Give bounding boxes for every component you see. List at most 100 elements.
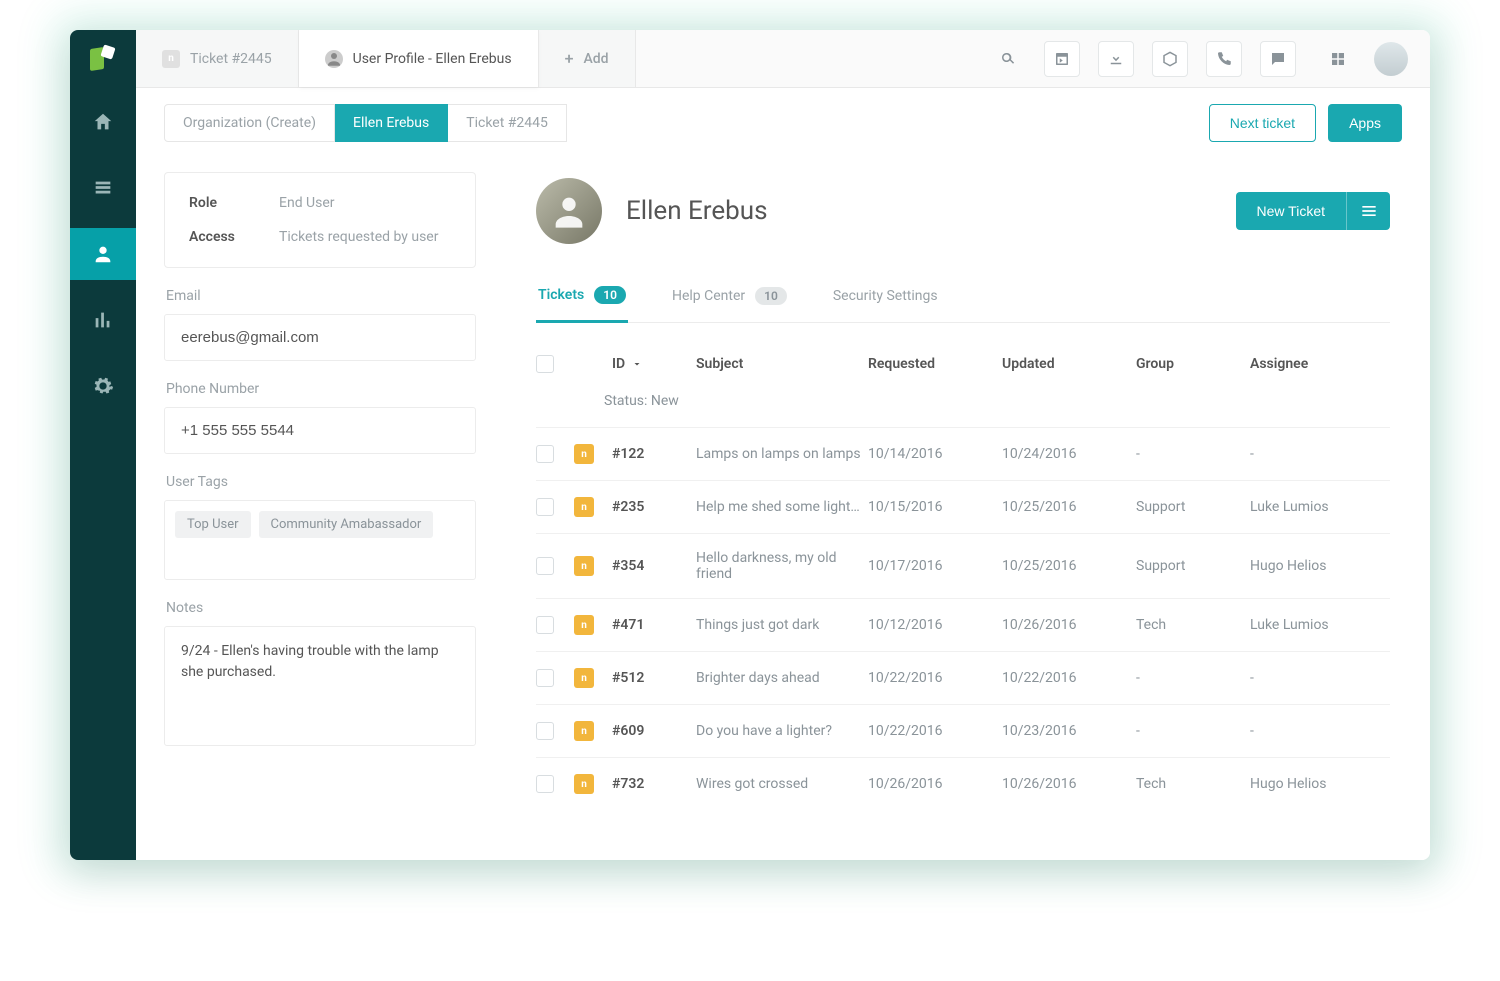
email-input[interactable] <box>164 314 476 361</box>
ticket-requested: 10/22/2016 <box>868 670 998 686</box>
workspace-tab-add-label: Add <box>583 51 608 67</box>
ticket-group: - <box>1136 670 1246 686</box>
table-status-group: Status: New <box>536 391 1390 427</box>
notes-input[interactable]: 9/24 - Ellen's having trouble with the l… <box>164 626 476 746</box>
table-row[interactable]: n#235Help me shed some light…10/15/20161… <box>536 480 1390 533</box>
breadcrumb-organization[interactable]: Organization (Create) <box>164 104 335 142</box>
ticket-updated: 10/25/2016 <box>1002 499 1132 515</box>
subtab-count: 10 <box>755 287 787 305</box>
ticket-group: Tech <box>1136 617 1246 633</box>
nav-views[interactable] <box>70 162 136 214</box>
workspace-tab-profile[interactable]: User Profile - Ellen Erebus <box>299 30 539 87</box>
profile-avatar[interactable] <box>536 178 602 244</box>
ticket-id: #471 <box>612 617 692 633</box>
profile-main: Ellen Erebus New Ticket Tickets 10 <box>496 148 1430 860</box>
table-row[interactable]: n#512Brighter days ahead10/22/201610/22/… <box>536 651 1390 704</box>
calendar-button[interactable] <box>1044 41 1080 77</box>
row-checkbox[interactable] <box>536 775 554 793</box>
ticket-requested: 10/12/2016 <box>868 617 998 633</box>
home-icon <box>92 111 114 133</box>
row-checkbox[interactable] <box>536 722 554 740</box>
workspace-tab-ticket[interactable]: n Ticket #2445 <box>136 30 299 87</box>
workspace-tab-add[interactable]: + Add <box>539 30 636 87</box>
new-ticket-button[interactable]: New Ticket <box>1236 192 1346 230</box>
tab-avatar-icon <box>325 50 343 68</box>
subtab-count: 10 <box>594 286 626 304</box>
email-label: Email <box>166 288 476 304</box>
ticket-status-icon: n <box>574 497 594 517</box>
tags-box[interactable]: Top User Community Amabassador <box>164 500 476 580</box>
search-button[interactable] <box>990 41 1026 77</box>
nav-home[interactable] <box>70 96 136 148</box>
column-subject[interactable]: Subject <box>696 356 864 372</box>
ticket-subject: Wires got crossed <box>696 776 864 792</box>
profile-side-panel: Role End User Access Tickets requested b… <box>136 148 496 860</box>
subtab-help-center[interactable]: Help Center 10 <box>670 286 789 322</box>
app-logo <box>88 46 118 76</box>
ticket-id: #122 <box>612 446 692 462</box>
ticket-subject: Do you have a lighter? <box>696 723 864 739</box>
phone-field-group: Phone Number <box>164 381 476 454</box>
row-checkbox[interactable] <box>536 669 554 687</box>
tags-field-group: User Tags Top User Community Amabassador <box>164 474 476 580</box>
package-button[interactable] <box>1152 41 1188 77</box>
breadcrumb-user[interactable]: Ellen Erebus <box>335 104 448 142</box>
ticket-updated: 10/24/2016 <box>1002 446 1132 462</box>
nav-reporting[interactable] <box>70 294 136 346</box>
download-button[interactable] <box>1098 41 1134 77</box>
nav-admin[interactable] <box>70 360 136 412</box>
chat-icon <box>1269 50 1287 68</box>
row-checkbox[interactable] <box>536 498 554 516</box>
profile-subtabs: Tickets 10 Help Center 10 Security Setti… <box>536 286 1390 323</box>
nav-customers[interactable] <box>70 228 136 280</box>
row-checkbox[interactable] <box>536 616 554 634</box>
row-checkbox[interactable] <box>536 445 554 463</box>
ticket-updated: 10/26/2016 <box>1002 617 1132 633</box>
profile-name: Ellen Erebus <box>626 196 768 226</box>
ticket-group: - <box>1136 723 1246 739</box>
user-icon <box>92 243 114 265</box>
next-ticket-button[interactable]: Next ticket <box>1209 104 1316 142</box>
table-row[interactable]: n#354Hello darkness, my old friend10/17/… <box>536 533 1390 598</box>
subtab-security[interactable]: Security Settings <box>831 286 940 322</box>
box-icon <box>1161 50 1179 68</box>
left-nav-rail <box>70 30 136 860</box>
table-row[interactable]: n#471Things just got dark10/12/201610/26… <box>536 598 1390 651</box>
ticket-table: ID Subject Requested Updated Group Assig… <box>536 347 1390 860</box>
column-requested[interactable]: Requested <box>868 356 998 372</box>
phone-button[interactable] <box>1206 41 1242 77</box>
ticket-status-icon: n <box>574 721 594 741</box>
role-value: End User <box>279 195 451 211</box>
subtab-label: Security Settings <box>833 288 938 304</box>
user-tag[interactable]: Community Amabassador <box>259 511 434 538</box>
column-group[interactable]: Group <box>1136 356 1246 372</box>
ticket-status-icon: n <box>574 774 594 794</box>
apps-grid-button[interactable] <box>1320 41 1356 77</box>
phone-input[interactable] <box>164 407 476 454</box>
new-ticket-menu-button[interactable] <box>1346 192 1390 230</box>
column-id[interactable]: ID <box>612 356 692 372</box>
current-user-avatar[interactable] <box>1374 42 1408 76</box>
email-field-group: Email <box>164 288 476 361</box>
subtab-tickets[interactable]: Tickets 10 <box>536 286 628 323</box>
role-access-card: Role End User Access Tickets requested b… <box>164 172 476 268</box>
select-all-checkbox[interactable] <box>536 355 554 373</box>
table-row[interactable]: n#609Do you have a lighter?10/22/201610/… <box>536 704 1390 757</box>
ticket-subject: Hello darkness, my old friend <box>696 550 864 582</box>
gear-icon <box>92 375 114 397</box>
apps-button[interactable]: Apps <box>1328 104 1402 142</box>
column-assignee[interactable]: Assignee <box>1250 356 1390 372</box>
calendar-icon <box>1053 50 1071 68</box>
table-row[interactable]: n#732Wires got crossed10/26/201610/26/20… <box>536 757 1390 810</box>
user-tag[interactable]: Top User <box>175 511 251 538</box>
table-row[interactable]: n#122Lamps on lamps on lamps10/14/201610… <box>536 427 1390 480</box>
chat-button[interactable] <box>1260 41 1296 77</box>
role-label: Role <box>189 195 279 211</box>
column-updated[interactable]: Updated <box>1002 356 1132 372</box>
breadcrumb-ticket[interactable]: Ticket #2445 <box>448 104 567 142</box>
tags-label: User Tags <box>166 474 476 490</box>
search-icon <box>999 50 1017 68</box>
row-checkbox[interactable] <box>536 557 554 575</box>
ticket-status-icon: n <box>574 444 594 464</box>
ticket-group: Support <box>1136 558 1246 574</box>
